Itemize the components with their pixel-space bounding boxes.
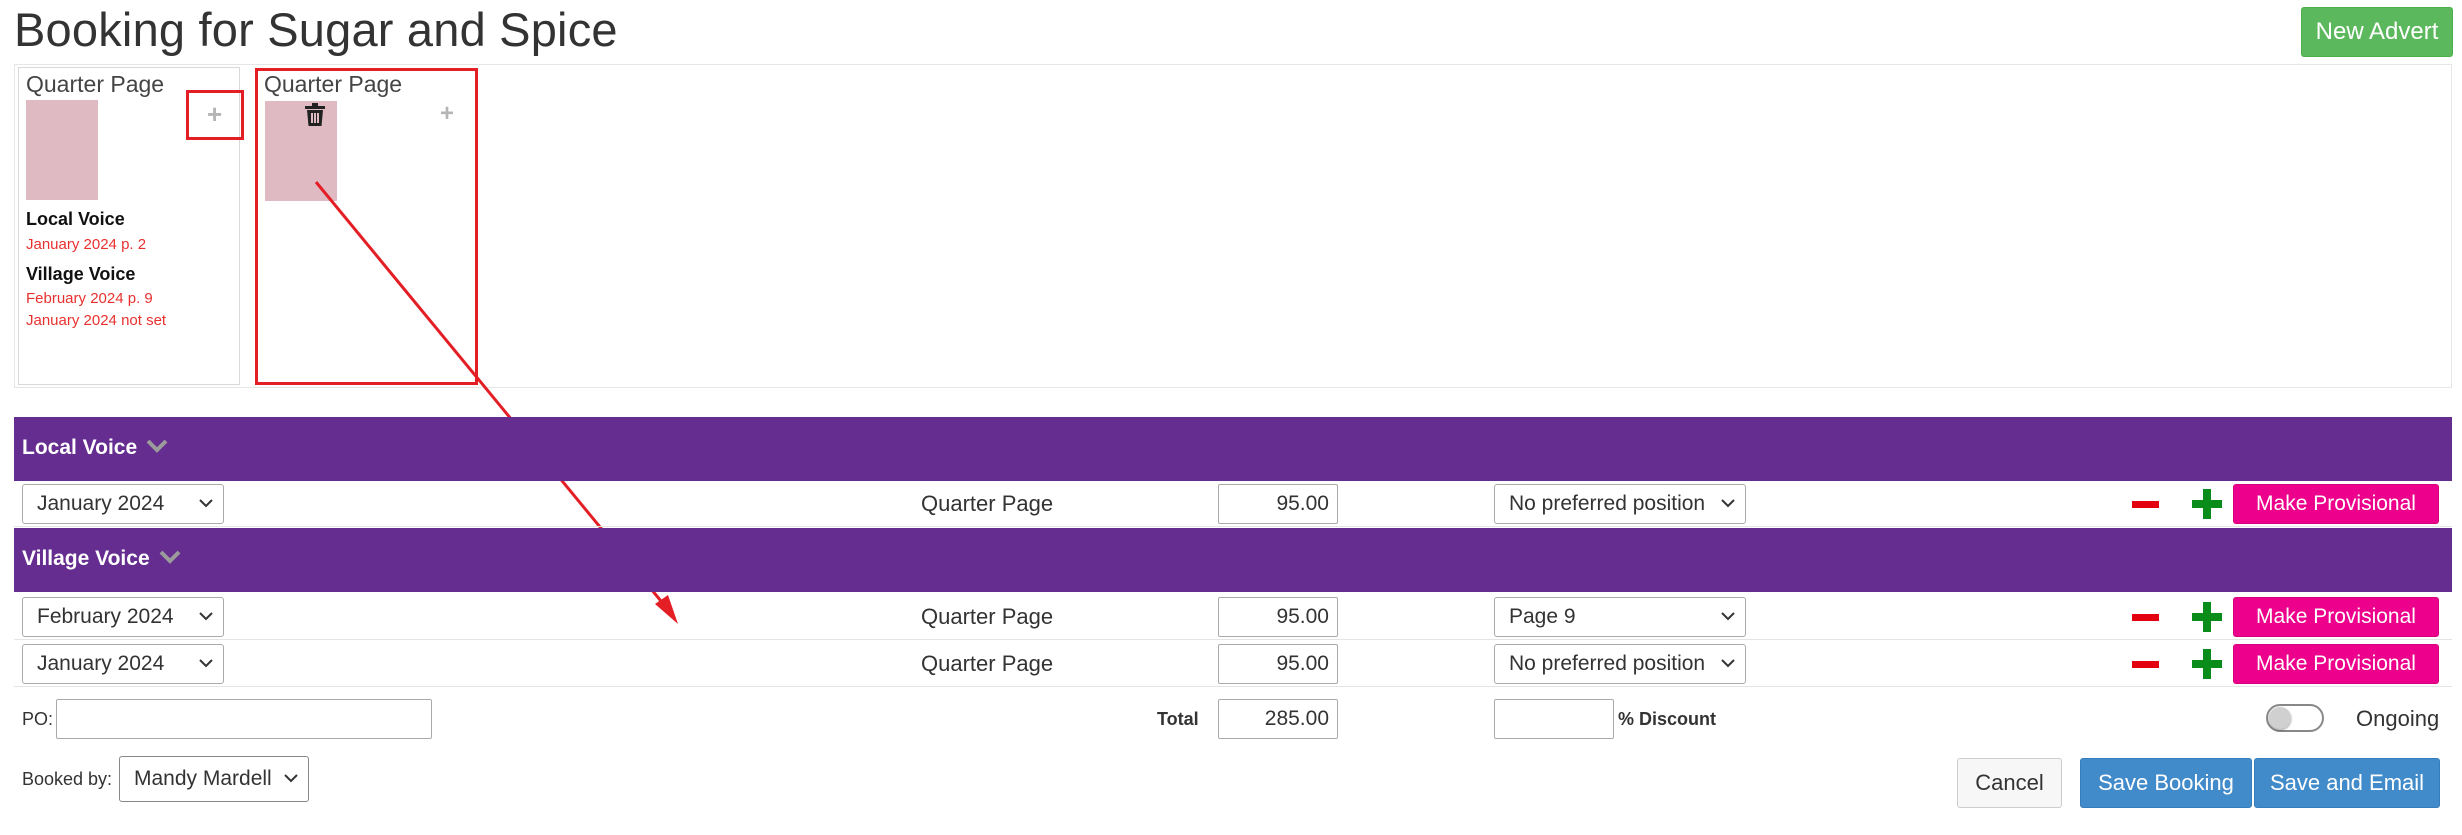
chevron-down-icon[interactable] — [146, 439, 168, 453]
save-booking-button[interactable]: Save Booking — [2080, 758, 2252, 808]
position-select[interactable]: Page 9 — [1494, 597, 1746, 637]
po-input[interactable] — [56, 699, 432, 739]
po-label: PO: — [22, 709, 54, 729]
make-provisional-button[interactable]: Make Provisional — [2233, 597, 2439, 637]
green-plus-icon[interactable] — [2192, 649, 2222, 679]
total-value: 285.00 — [1218, 699, 1338, 739]
caret-down-icon — [1721, 499, 1735, 508]
section-header-local-voice[interactable]: Local Voice — [14, 417, 2452, 481]
caret-down-icon — [199, 499, 213, 508]
table-row: January 2024 Quarter Page 95.00 No prefe… — [14, 641, 2452, 687]
booked-by-label: Booked by: — [22, 769, 113, 789]
issue-select[interactable]: January 2024 — [22, 484, 224, 524]
advert-size: Quarter Page — [921, 604, 1054, 629]
table-row: January 2024 Quarter Page 95.00 No prefe… — [14, 481, 2452, 527]
discount-label: % Discount — [1618, 709, 1717, 729]
table-row: February 2024 Quarter Page 95.00 Page 9 … — [14, 594, 2452, 640]
price-input[interactable]: 95.00 — [1218, 644, 1338, 684]
caret-down-icon — [1721, 612, 1735, 621]
select-value: February 2024 — [37, 605, 174, 628]
issue-select[interactable]: January 2024 — [22, 644, 224, 684]
make-provisional-button[interactable]: Make Provisional — [2233, 484, 2439, 524]
booked-by-select[interactable]: Mandy Mardell — [119, 756, 309, 802]
position-select[interactable]: No preferred position — [1494, 484, 1746, 524]
price-input[interactable]: 95.00 — [1218, 484, 1338, 524]
section-title: Village Voice — [22, 547, 150, 570]
green-plus-icon[interactable] — [2192, 602, 2222, 632]
minus-icon[interactable] — [2132, 614, 2159, 621]
total-label: Total — [1157, 709, 1199, 729]
caret-down-icon — [1721, 659, 1735, 668]
select-value: Page 9 — [1509, 605, 1576, 628]
ongoing-label: Ongoing — [2356, 706, 2440, 731]
ongoing-toggle[interactable] — [2266, 704, 2324, 732]
select-value: January 2024 — [37, 492, 165, 515]
position-select[interactable]: No preferred position — [1494, 644, 1746, 684]
toggle-knob — [2269, 707, 2291, 729]
minus-icon[interactable] — [2132, 661, 2159, 668]
caret-down-icon — [199, 659, 213, 668]
caret-down-icon — [284, 774, 298, 783]
section-title: Local Voice — [22, 436, 138, 459]
save-and-email-button[interactable]: Save and Email — [2254, 758, 2440, 808]
green-plus-icon[interactable] — [2192, 489, 2222, 519]
advert-size: Quarter Page — [921, 491, 1054, 516]
section-header-village-voice[interactable]: Village Voice — [14, 528, 2452, 592]
issue-select[interactable]: February 2024 — [22, 597, 224, 637]
select-value: No preferred position — [1509, 652, 1706, 675]
make-provisional-button[interactable]: Make Provisional — [2233, 644, 2439, 684]
cancel-button[interactable]: Cancel — [1957, 758, 2062, 808]
minus-icon[interactable] — [2132, 501, 2159, 508]
caret-down-icon — [199, 612, 213, 621]
price-input[interactable]: 95.00 — [1218, 597, 1338, 637]
chevron-down-icon[interactable] — [159, 550, 181, 564]
select-value: January 2024 — [37, 652, 165, 675]
advert-size: Quarter Page — [921, 651, 1054, 676]
select-value: No preferred position — [1509, 492, 1706, 515]
discount-input[interactable] — [1494, 699, 1614, 739]
select-value: Mandy Mardell — [134, 767, 272, 790]
